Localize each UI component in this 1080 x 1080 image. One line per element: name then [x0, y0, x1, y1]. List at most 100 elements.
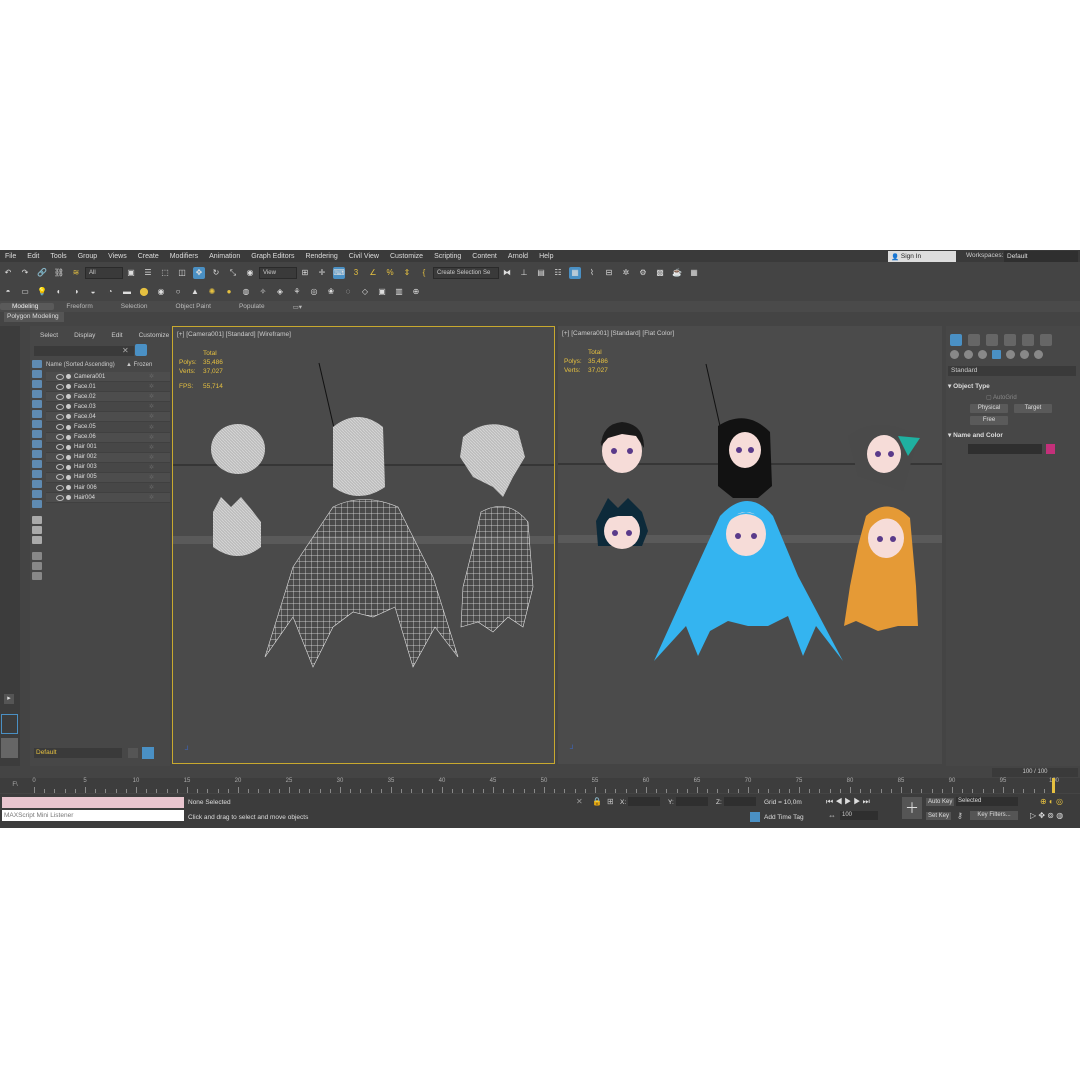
placement-icon[interactable]: ◉	[244, 267, 256, 279]
toolbar2-icon-18[interactable]: ⚘	[291, 286, 303, 298]
create-tab-icon[interactable]	[950, 334, 962, 346]
display-shapes-icon[interactable]	[32, 370, 42, 378]
viewport-flat-color[interactable]: [+] [Camera001] [Standard] [Flat Color] …	[558, 326, 942, 764]
eye-icon[interactable]	[56, 464, 64, 471]
tool-icon-1[interactable]	[32, 516, 42, 524]
hierarchy-tab-icon[interactable]	[986, 334, 998, 346]
frozen-toggle-icon[interactable]: ✲	[149, 494, 154, 501]
rotate-icon[interactable]: ↻	[210, 267, 222, 279]
display-spacewarps-icon[interactable]	[32, 410, 42, 418]
tab-object-paint[interactable]: Object Paint	[164, 303, 227, 310]
frozen-toggle-icon[interactable]: ✲	[149, 424, 154, 431]
add-time-tag[interactable]: Add Time Tag	[764, 814, 804, 821]
display-bones-icon[interactable]	[32, 440, 42, 448]
list-item[interactable]: Hair 002 ✲	[46, 452, 170, 463]
set-key-button[interactable]: Set Key	[926, 812, 952, 820]
menu-customize[interactable]: Customize	[385, 253, 429, 260]
sort-by-layer-icon[interactable]	[142, 747, 154, 759]
frozen-toggle-icon[interactable]: ✲	[149, 464, 154, 471]
menu-modifiers[interactable]: Modifiers	[165, 253, 204, 260]
menu-rendering[interactable]: Rendering	[300, 253, 343, 260]
eye-icon[interactable]	[56, 474, 64, 481]
spinner-snap-icon[interactable]: ⇕	[401, 267, 413, 279]
undo-icon[interactable]: ↶	[2, 267, 14, 279]
funnel-icon[interactable]	[32, 552, 42, 560]
toolbar2-icon-1[interactable]: ◓	[2, 286, 14, 298]
snap-3d-icon[interactable]: 3	[350, 267, 362, 279]
list-item[interactable]: Hair 003 ✲	[46, 463, 170, 473]
percent-snap-icon[interactable]: %	[384, 267, 396, 279]
move-icon[interactable]: ✥	[193, 267, 205, 279]
tab-modeling[interactable]: Modeling	[0, 303, 55, 310]
display-containers-icon[interactable]	[32, 450, 42, 458]
frozen-toggle-icon[interactable]: ✲	[149, 373, 154, 380]
pivot-icon[interactable]: ⊞	[299, 267, 311, 279]
toolbar2-icon-6[interactable]: ◒	[87, 286, 99, 298]
bind-space-warp-icon[interactable]: ≋	[70, 267, 82, 279]
object-type-rollout[interactable]: ▾ Object Type	[948, 382, 1076, 390]
display-groups-icon[interactable]	[32, 420, 42, 428]
list-item[interactable]: Face.02 ✲	[46, 392, 170, 403]
viewport-wireframe[interactable]: [+] [Camera001] [Standard] [Wireframe] T…	[172, 326, 555, 764]
workspaces-dropdown[interactable]: Default	[1004, 251, 1078, 262]
helpers-icon[interactable]	[1006, 350, 1015, 359]
maxscript-output[interactable]	[2, 797, 184, 808]
list-item[interactable]: Face.03 ✲	[46, 402, 170, 413]
ribbon-options-icon[interactable]: ▭▾	[281, 303, 318, 311]
menu-scripting[interactable]: Scripting	[429, 253, 467, 260]
reference-coord-dropdown[interactable]: View	[259, 267, 297, 279]
display-cameras-icon[interactable]	[32, 390, 42, 398]
z-coordinate-input[interactable]	[724, 797, 756, 806]
display-lights-icon[interactable]	[32, 380, 42, 388]
curve-editor-icon[interactable]: ⌇	[586, 267, 598, 279]
display-tab-icon[interactable]	[1022, 334, 1034, 346]
eye-icon[interactable]	[56, 413, 64, 420]
eye-icon[interactable]	[56, 424, 64, 431]
modify-tab-icon[interactable]	[968, 334, 980, 346]
viewport-layout-tab-2[interactable]	[1, 738, 18, 758]
sun-icon[interactable]: ✺	[206, 286, 218, 298]
layer-explorer-icon[interactable]: ☷	[552, 267, 564, 279]
display-xrefs-icon[interactable]	[32, 430, 42, 438]
light-icon[interactable]: 💡	[36, 286, 48, 298]
eye-icon[interactable]	[56, 484, 64, 491]
render-extra-icon[interactable]: ▦	[688, 267, 700, 279]
column-name[interactable]: Name (Sorted Ascending)	[46, 362, 126, 371]
navigation-controls[interactable]: ⊕ ◐ ◎	[1040, 797, 1063, 806]
ribbon-toggle-icon[interactable]: ▦	[569, 267, 581, 279]
frozen-toggle-icon[interactable]: ✲	[149, 393, 154, 400]
list-item[interactable]: Hair 006 ✲	[46, 483, 170, 494]
eye-icon[interactable]	[56, 403, 64, 410]
window-crossing-icon[interactable]: ◫	[176, 267, 188, 279]
mirror-icon[interactable]: ⧓	[501, 267, 513, 279]
current-frame-input[interactable]: 100	[840, 811, 878, 820]
free-button[interactable]: Free	[970, 416, 1008, 425]
frozen-toggle-icon[interactable]: ✲	[149, 413, 154, 420]
display-helpers-icon[interactable]	[32, 400, 42, 408]
toolbar2-icon-24[interactable]: ▥	[393, 286, 405, 298]
eye-icon[interactable]	[56, 454, 64, 461]
link-3-icon[interactable]	[32, 572, 42, 580]
auto-key-button[interactable]: Auto Key	[926, 798, 955, 806]
render-teapot-icon[interactable]: ☕	[671, 267, 683, 279]
frozen-toggle-icon[interactable]: ✲	[149, 434, 154, 441]
tool-icon-3[interactable]	[32, 536, 42, 544]
toolbar2-icon-23[interactable]: ▣	[376, 286, 388, 298]
list-item[interactable]: Hair 005 ✲	[46, 472, 170, 484]
timeline-toggle[interactable]: F\	[0, 778, 30, 793]
tab-populate[interactable]: Populate	[227, 303, 281, 310]
material-editor-icon[interactable]: ✲	[620, 267, 632, 279]
edit-named-sel-icon[interactable]: {	[418, 267, 430, 279]
cameras-icon[interactable]	[992, 350, 1001, 359]
target-button[interactable]: Target	[1014, 404, 1052, 413]
display-geometry-icon[interactable]	[32, 360, 42, 368]
systems-icon[interactable]	[1034, 350, 1043, 359]
timeline-ruler[interactable]: 0510152025303540455055606570758085909510…	[30, 778, 1080, 793]
toolbar2-icon-22[interactable]: ◇	[359, 286, 371, 298]
key-mode-icon[interactable]: ⇔	[828, 811, 836, 820]
toolbar2-icon-19[interactable]: ◎	[308, 286, 320, 298]
sky-icon[interactable]: ●	[223, 286, 235, 298]
toolbar2-icon-4[interactable]: ◐	[53, 286, 65, 298]
isolate-icon[interactable]: ✕	[576, 797, 583, 806]
shapes-icon[interactable]	[964, 350, 973, 359]
